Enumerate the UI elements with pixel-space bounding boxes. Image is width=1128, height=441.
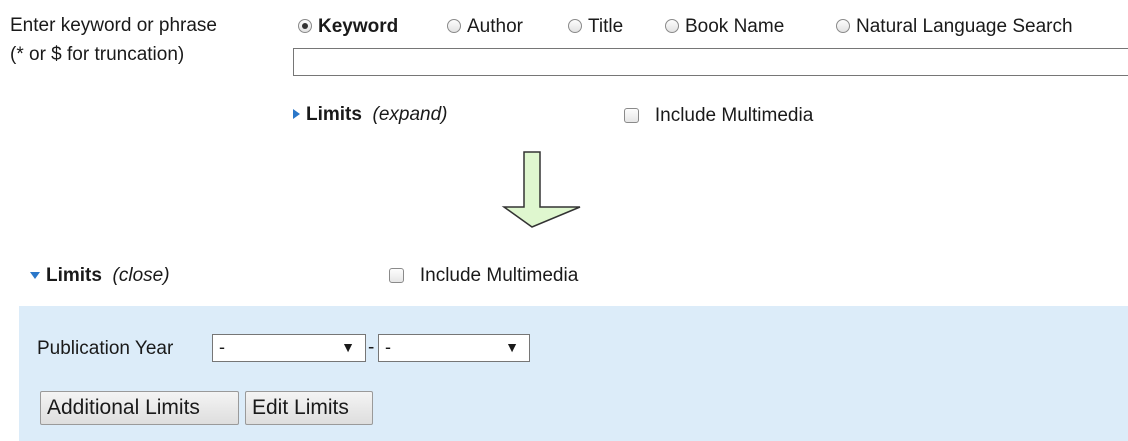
radio-label: Title	[588, 16, 624, 37]
edit-limits-button[interactable]: Edit Limits	[245, 391, 373, 425]
limits-label: Limits	[46, 265, 102, 286]
year-from-select[interactable]: - ▼	[212, 334, 366, 362]
include-multimedia-option[interactable]: Include Multimedia	[624, 105, 813, 127]
year-range-separator: -	[368, 337, 375, 358]
radio-button-icon[interactable]	[665, 19, 679, 33]
dropdown-arrow-icon[interactable]: ▼	[505, 335, 519, 360]
include-multimedia-option[interactable]: Include Multimedia	[389, 265, 578, 287]
limits-close-toggle[interactable]: Limits (close)	[30, 265, 170, 287]
search-prompt-label: Enter keyword or phrase	[10, 15, 217, 36]
additional-limits-button[interactable]: Additional Limits	[40, 391, 239, 425]
radio-button-icon[interactable]	[568, 19, 582, 33]
year-to-select[interactable]: - ▼	[378, 334, 530, 362]
radio-label: Author	[467, 16, 523, 37]
radio-natural-language-search[interactable]: Natural Language Search	[836, 16, 1073, 38]
expand-link[interactable]: (expand)	[373, 104, 448, 125]
multimedia-checkbox[interactable]	[624, 108, 639, 123]
truncation-hint: (* or $ for truncation)	[10, 44, 185, 65]
limits-expand-toggle[interactable]: Limits (expand)	[293, 104, 448, 126]
year-to-value: -	[385, 337, 391, 357]
radio-label: Keyword	[318, 16, 399, 37]
collapse-triangle-icon[interactable]	[30, 272, 40, 279]
radio-button-icon[interactable]	[298, 19, 312, 33]
search-input[interactable]	[293, 48, 1128, 76]
multimedia-label: Include Multimedia	[419, 265, 579, 286]
limits-label: Limits	[306, 104, 362, 125]
radio-title[interactable]: Title	[568, 16, 623, 38]
close-link[interactable]: (close)	[113, 265, 170, 286]
radio-button-icon[interactable]	[836, 19, 850, 33]
multimedia-label: Include Multimedia	[654, 105, 814, 126]
multimedia-checkbox[interactable]	[389, 268, 404, 283]
radio-label: Book Name	[685, 16, 785, 37]
dropdown-arrow-icon[interactable]: ▼	[341, 335, 355, 360]
expand-triangle-icon[interactable]	[293, 109, 300, 119]
publication-year-label: Publication Year	[37, 338, 174, 359]
radio-label: Natural Language Search	[856, 16, 1073, 37]
radio-book-name[interactable]: Book Name	[665, 16, 784, 38]
radio-keyword[interactable]: Keyword	[298, 16, 398, 38]
down-arrow-icon	[501, 151, 581, 228]
radio-author[interactable]: Author	[447, 16, 523, 38]
year-from-value: -	[219, 337, 225, 357]
radio-button-icon[interactable]	[447, 19, 461, 33]
